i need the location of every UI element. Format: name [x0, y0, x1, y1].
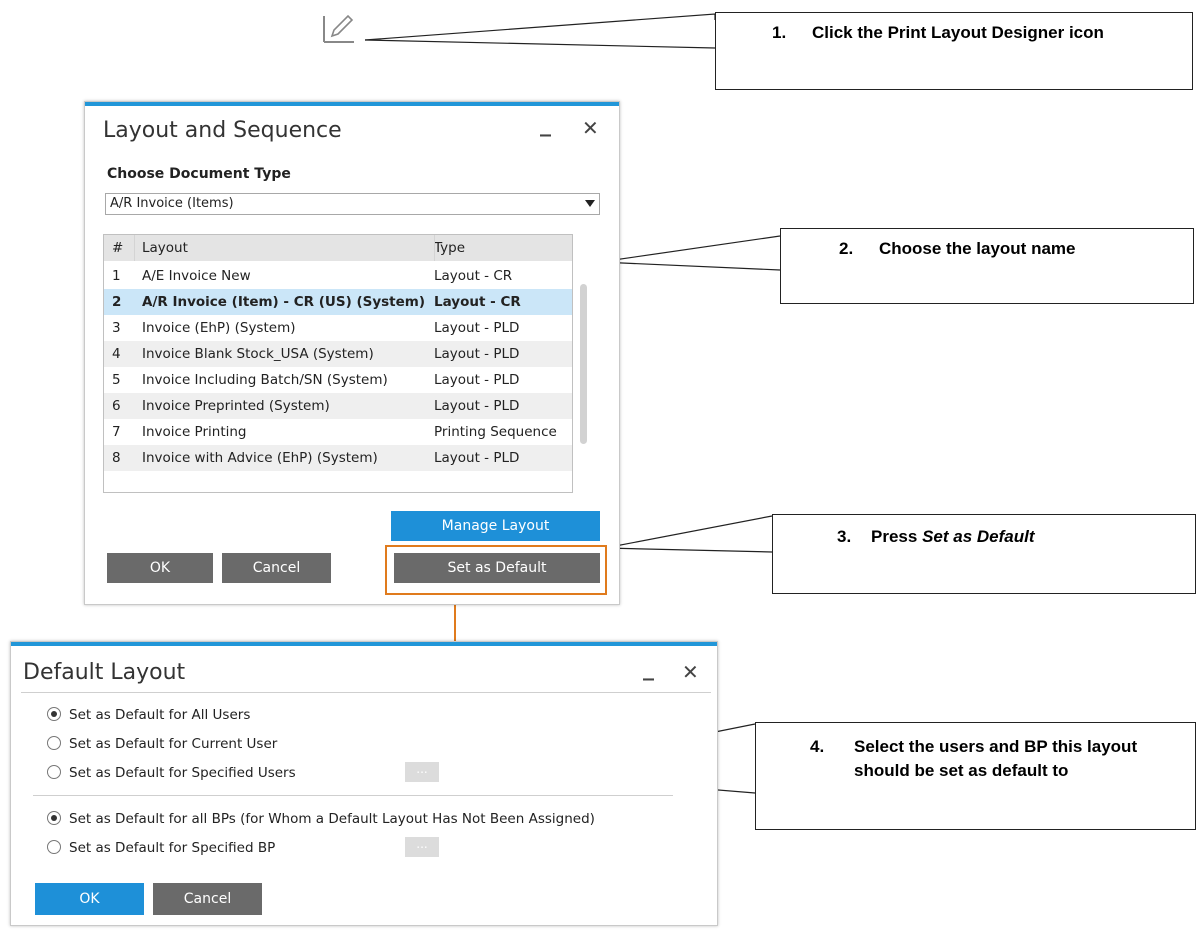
cell-layout: Invoice Preprinted (System): [142, 398, 330, 414]
table-row[interactable]: 5 Invoice Including Batch/SN (System) Layo…: [104, 367, 572, 393]
cell-type: Printing Sequence: [434, 424, 557, 440]
cell-type: Layout - CR: [434, 294, 521, 310]
radio-button[interactable]: [47, 811, 61, 825]
section-divider: [33, 795, 673, 796]
radio-label: Set as Default for Specified BP: [69, 840, 276, 856]
cell-layout: A/E Invoice New: [142, 268, 251, 284]
doc-type-label: Choose Document Type: [107, 166, 291, 182]
column-divider: [434, 235, 435, 261]
cell-num: 6: [112, 398, 121, 414]
column-divider: [134, 235, 135, 261]
cell-layout: Invoice with Advice (EhP) (System): [142, 450, 378, 466]
radio-button[interactable]: [47, 840, 61, 854]
pencil-icon[interactable]: [320, 12, 360, 46]
dialog-title: Layout and Sequence: [103, 118, 342, 143]
close-icon[interactable]: ✕: [682, 660, 699, 684]
close-icon[interactable]: ✕: [582, 116, 599, 140]
column-header[interactable]: Layout: [142, 235, 434, 261]
radio-button[interactable]: [47, 765, 61, 779]
cell-num: 2: [112, 294, 122, 310]
cell-num: 1: [112, 268, 121, 284]
cell-layout: Invoice Printing: [142, 424, 247, 440]
callout-3: 3. Press Set as Default: [772, 514, 1196, 594]
doc-type-dropdown[interactable]: A/R Invoice (Items): [105, 193, 600, 215]
table-row[interactable]: 4 Invoice Blank Stock_USA (System) Layout …: [104, 341, 572, 367]
cell-type: Layout - PLD: [434, 450, 520, 466]
specified-bp-picker-button[interactable]: ...: [405, 837, 439, 857]
title-divider: [21, 692, 711, 693]
radio-label: Set as Default for Current User: [69, 736, 278, 752]
layout-sequence-dialog: Layout and Sequence _ ✕ Choose Document …: [84, 101, 620, 605]
cell-layout: Invoice Blank Stock_USA (System): [142, 346, 374, 362]
minimize-icon[interactable]: _: [540, 112, 551, 137]
default-layout-dialog: Default Layout _ ✕ Set as Default for Al…: [10, 641, 718, 926]
minimize-icon[interactable]: _: [643, 656, 654, 681]
cell-num: 5: [112, 372, 121, 388]
grid-scrollbar[interactable]: [580, 284, 587, 444]
cell-type: Layout - PLD: [434, 398, 520, 414]
dropdown-arrow-icon: [585, 200, 595, 207]
table-row[interactable]: 2 A/R Invoice (Item) - CR (US) (System) La…: [104, 289, 572, 315]
callout-1: 1. Click the Print Layout Designer icon: [715, 12, 1193, 90]
radio-label: Set as Default for All Users: [69, 707, 251, 723]
table-row[interactable]: 6 Invoice Preprinted (System) Layout - PLD: [104, 393, 572, 419]
cell-layout: Invoice Including Batch/SN (System): [142, 372, 388, 388]
dialog-accent-bar: [11, 642, 717, 646]
doc-type-value: A/R Invoice (Items): [110, 196, 234, 211]
cancel-button[interactable]: Cancel: [222, 553, 331, 583]
radio-button[interactable]: [47, 736, 61, 750]
cell-type: Layout - PLD: [434, 320, 520, 336]
dialog-title: Default Layout: [23, 660, 186, 685]
dialog-accent-bar: [85, 102, 619, 106]
cell-type: Layout - PLD: [434, 346, 520, 362]
table-row[interactable]: 1 A/E Invoice New Layout - CR: [104, 263, 572, 289]
cell-num: 3: [112, 320, 121, 336]
specified-users-picker-button[interactable]: ...: [405, 762, 439, 782]
column-header[interactable]: Type: [434, 235, 574, 261]
ok-button[interactable]: OK: [107, 553, 213, 583]
grid-header: # Layout Type: [104, 235, 572, 261]
column-header[interactable]: #: [112, 235, 134, 261]
radio-label: Set as Default for all BPs (for Whom a D…: [69, 811, 595, 827]
table-row[interactable]: 8 Invoice with Advice (EhP) (System) Layou…: [104, 445, 572, 471]
set-default-highlight: [385, 545, 607, 595]
cell-type: Layout - CR: [434, 268, 513, 284]
manage-layout-button[interactable]: Manage Layout: [391, 511, 600, 541]
callout-2: 2. Choose the layout name: [780, 228, 1194, 304]
ok-button[interactable]: OK: [35, 883, 144, 915]
cell-num: 7: [112, 424, 121, 440]
cell-layout: Invoice (EhP) (System): [142, 320, 296, 336]
radio-button[interactable]: [47, 707, 61, 721]
cell-num: 4: [112, 346, 121, 362]
cell-type: Layout - PLD: [434, 372, 520, 388]
cell-layout: A/R Invoice (Item) - CR (US) (System): [142, 294, 426, 310]
cancel-button[interactable]: Cancel: [153, 883, 262, 915]
radio-label: Set as Default for Specified Users: [69, 765, 296, 781]
cell-num: 8: [112, 450, 121, 466]
layout-grid: # Layout Type 1 A/E Invoice New Layout - CR 2 A…: [103, 234, 573, 493]
table-row[interactable]: 7 Invoice Printing Printing Sequence: [104, 419, 572, 445]
table-row[interactable]: 3 Invoice (EhP) (System) Layout - PLD: [104, 315, 572, 341]
callout-4: 4. Select the users and BP this layout s…: [755, 722, 1196, 830]
